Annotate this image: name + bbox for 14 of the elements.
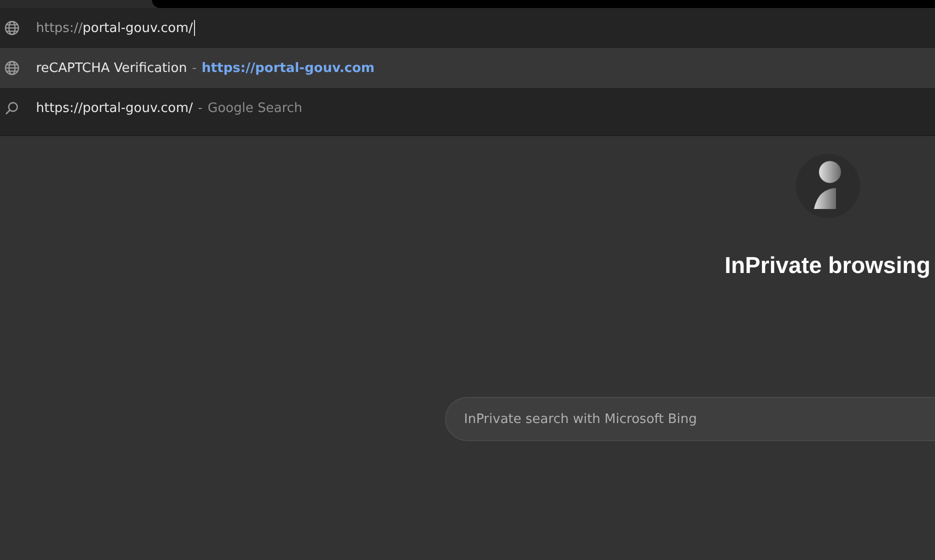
suggestion-title: https://portal-gouv.com/ — [36, 100, 193, 116]
separator: - — [192, 60, 197, 76]
suggestion-url: https://portal-gouv.com — [202, 60, 375, 76]
page-heading: InPrivate browsing — [724, 252, 930, 279]
globe-icon — [4, 20, 20, 36]
globe-icon — [4, 60, 20, 76]
separator: - — [198, 100, 203, 116]
address-field[interactable]: https://portal-gouv.com/ — [36, 20, 195, 36]
search-field[interactable]: InPrivate search with Microsoft Bing — [445, 397, 935, 441]
suggestion-item[interactable]: reCAPTCHA Verification - https://portal-gouv.com — [0, 48, 935, 88]
suggestion-title: reCAPTCHA Verification — [36, 60, 187, 76]
suggestion-source: Google Search — [208, 100, 302, 116]
search-icon — [5, 101, 19, 115]
suggestion-item[interactable]: https://portal-gouv.com/ - Google Search — [0, 88, 935, 128]
